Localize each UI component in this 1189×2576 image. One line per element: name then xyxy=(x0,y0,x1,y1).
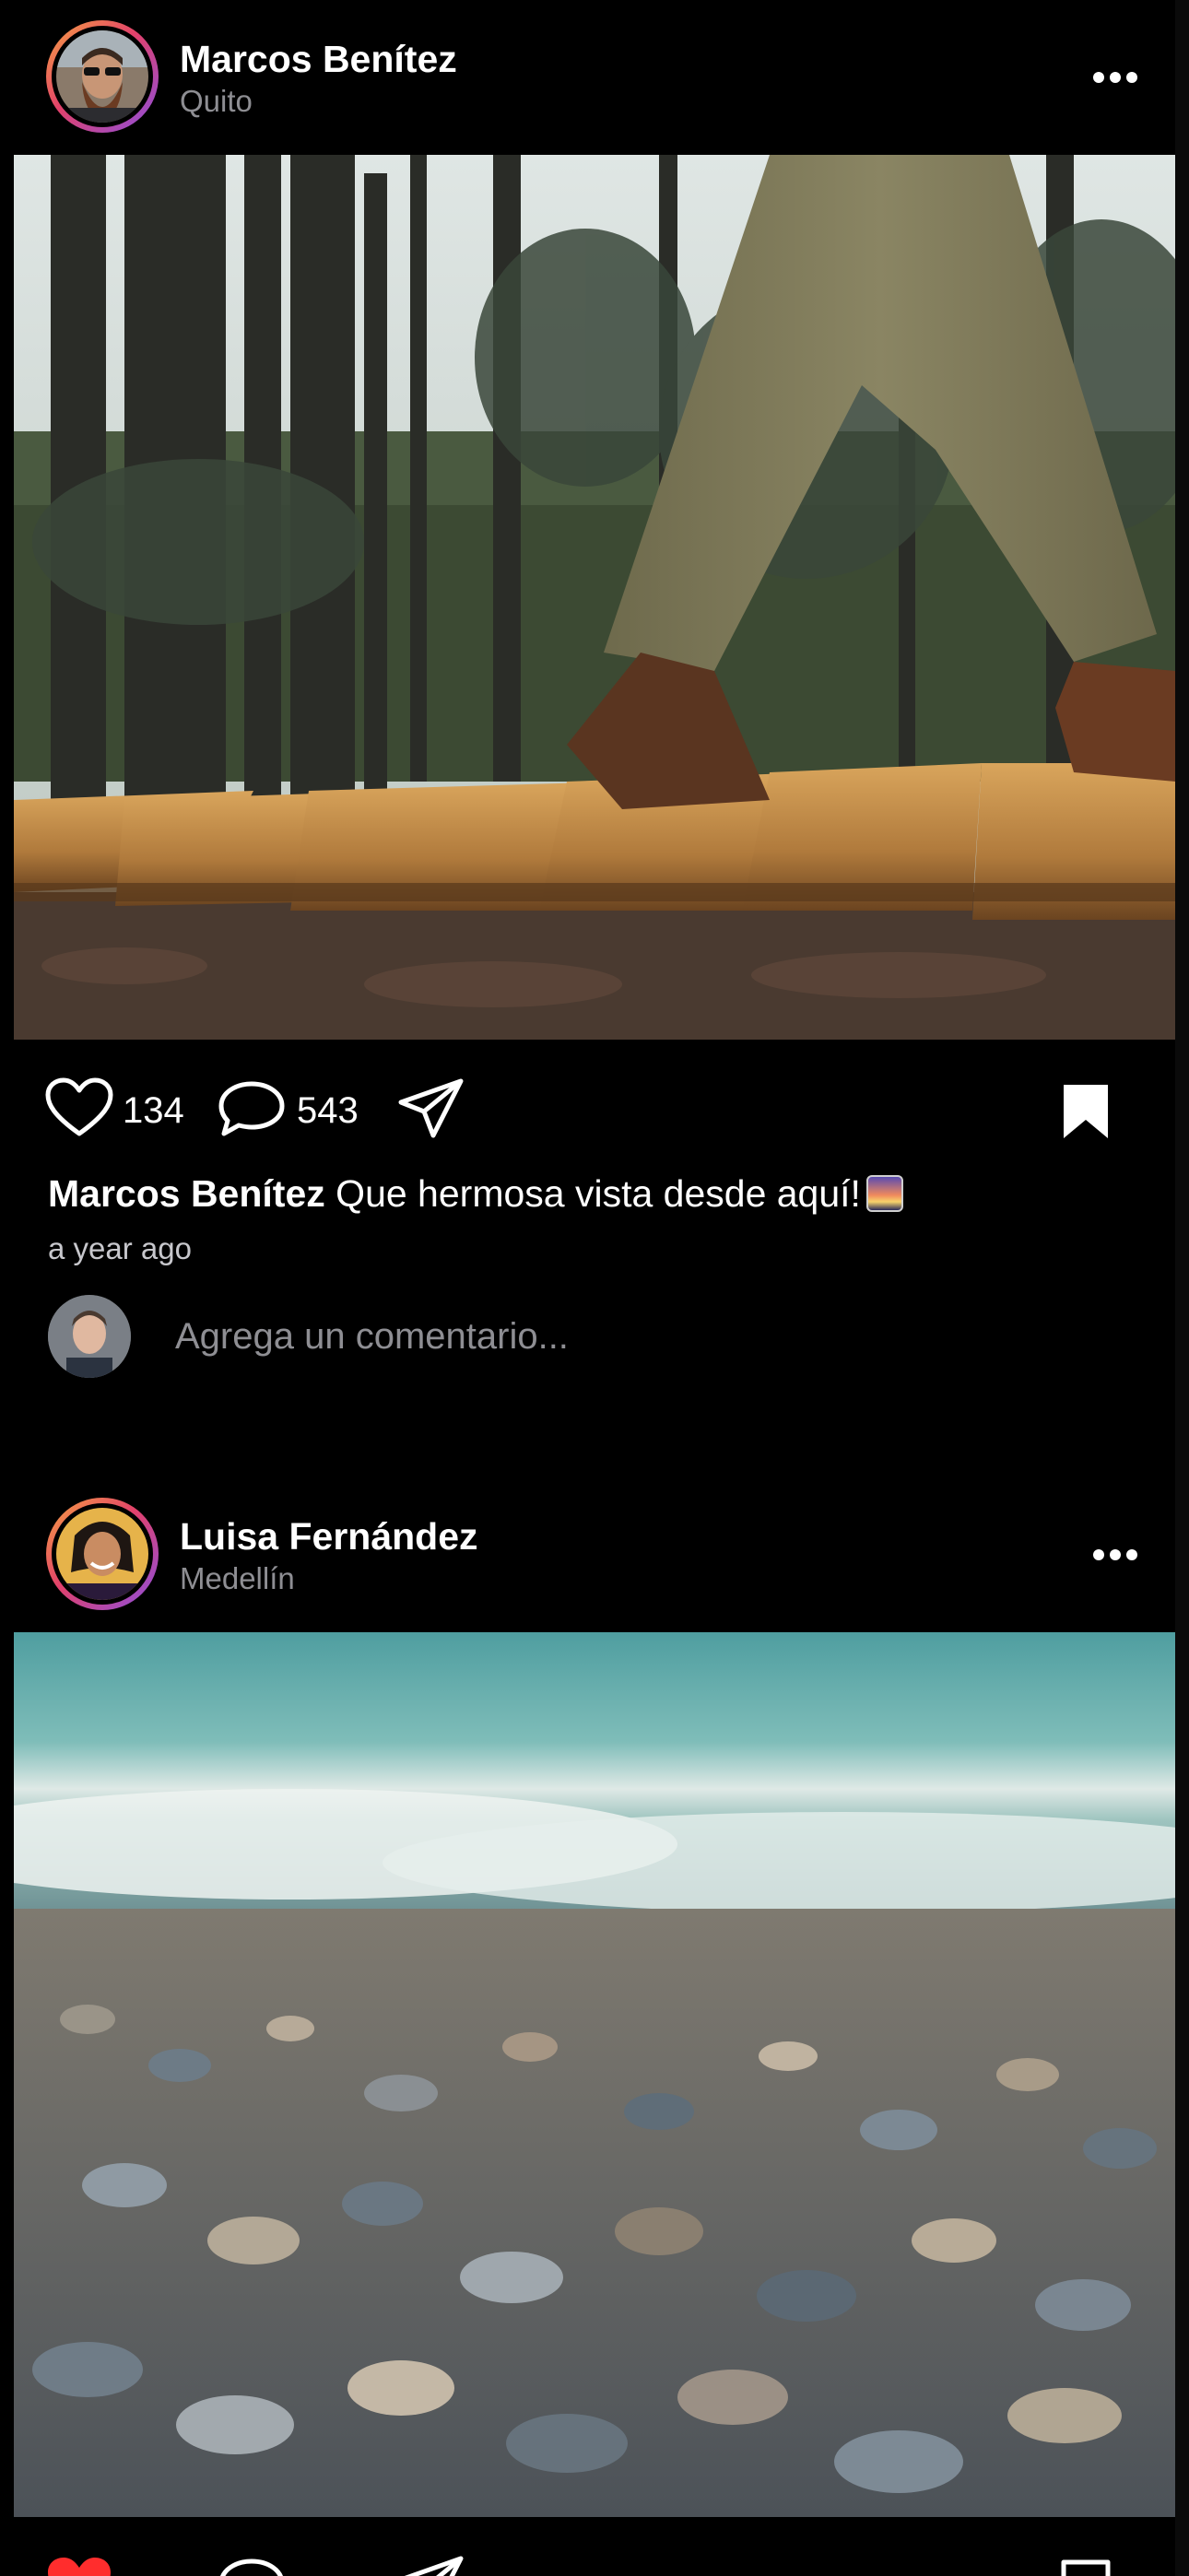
more-options-button[interactable] xyxy=(1088,61,1143,94)
post-header: Marcos Benítez Quito xyxy=(14,0,1175,155)
comment-icon xyxy=(218,1081,285,1136)
more-icon xyxy=(1093,1549,1137,1560)
share-button[interactable] xyxy=(396,1076,466,1146)
post-actions xyxy=(14,2517,1175,2576)
add-comment-row xyxy=(14,1295,1175,1387)
caption: Marcos Benítez Que hermosa vista desde a… xyxy=(48,1170,903,1217)
like-button[interactable] xyxy=(44,2554,114,2576)
comment-count[interactable]: 543 xyxy=(297,1088,359,1133)
caption-username[interactable]: Marcos Benítez xyxy=(48,1172,325,1215)
like-button[interactable] xyxy=(44,1076,114,1142)
post-image-forest-boardwalk[interactable] xyxy=(14,155,1175,1040)
feed: Marcos Benítez Quito 134 543 Marcos Bení… xyxy=(14,0,1175,2576)
post-location[interactable]: Medellín xyxy=(180,1560,295,1597)
comment-button[interactable] xyxy=(217,1078,287,1142)
post: Marcos Benítez Quito 134 543 Marcos Bení… xyxy=(14,0,1175,1438)
post: Luisa Fernández Medellín xyxy=(14,1477,1175,2576)
more-icon xyxy=(1093,72,1137,83)
scrollbar[interactable] xyxy=(1175,0,1189,2576)
comment-input[interactable] xyxy=(175,1310,1005,1363)
post-timestamp: a year ago xyxy=(48,1231,192,1265)
post-username[interactable]: Marcos Benítez xyxy=(180,37,457,81)
post-location[interactable]: Quito xyxy=(180,83,253,120)
heart-icon xyxy=(48,2558,111,2576)
caption-text: Que hermosa vista desde aquí! xyxy=(336,1172,861,1215)
comment-button[interactable] xyxy=(217,2556,287,2576)
send-icon xyxy=(398,1078,464,1138)
current-user-avatar xyxy=(48,1295,131,1378)
post-image-pebble-beach[interactable] xyxy=(14,1632,1175,2517)
avatar[interactable] xyxy=(46,1498,159,1610)
heart-icon xyxy=(45,1077,113,1136)
avatar[interactable] xyxy=(46,20,159,133)
bookmark-icon xyxy=(1064,1085,1108,1138)
more-options-button[interactable] xyxy=(1088,1538,1143,1571)
post-header: Luisa Fernández Medellín xyxy=(14,1477,1175,1632)
sunset-emoji-icon xyxy=(865,1175,903,1212)
share-button[interactable] xyxy=(396,2554,466,2576)
post-username[interactable]: Luisa Fernández xyxy=(180,1514,478,1559)
comment-icon xyxy=(220,2558,283,2576)
send-icon xyxy=(404,2556,464,2576)
like-count[interactable]: 134 xyxy=(123,1088,184,1133)
save-button[interactable] xyxy=(1060,1081,1112,1147)
bookmark-icon xyxy=(1061,2559,1111,2576)
post-actions: 134 543 xyxy=(14,1040,1175,1187)
save-button[interactable] xyxy=(1060,2558,1112,2576)
